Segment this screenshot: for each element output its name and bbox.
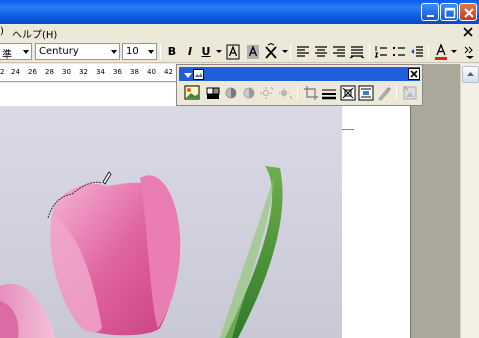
align-left-button[interactable] [294,43,312,61]
compress-icon[interactable] [339,84,357,102]
decrease-indent-icon [411,46,423,57]
more-contrast-icon[interactable] [222,84,240,102]
chevron-down-icon [23,50,29,54]
ruler-tick-label: 40 [147,68,156,76]
chevron-down-icon[interactable] [451,50,457,53]
underline-dropdown-icon[interactable] [216,50,222,53]
scroll-up-icon [467,72,474,76]
phonetic-guide-icon [265,42,277,59]
character-border-button[interactable] [224,43,242,61]
underline-button[interactable]: U [197,43,215,61]
close-button[interactable] [459,3,477,21]
document-page[interactable] [0,83,410,338]
toolbar-separator [369,44,370,60]
minimize-icon [427,15,434,17]
align-left-icon [297,46,309,57]
scroll-up-button[interactable] [462,66,479,83]
toolbar-separator [290,44,291,60]
picture-toolbar [176,64,423,106]
reset-picture-icon[interactable] [401,84,419,102]
picture-icon [193,69,204,80]
color-icon[interactable] [204,84,222,102]
maximize-button[interactable] [440,3,458,21]
ruler-tick-label: 26 [28,68,37,76]
maximize-icon [444,7,456,19]
tulip-photo[interactable] [0,106,342,338]
page-margin-marker [342,129,354,130]
window-title-bar [0,0,479,24]
font-size-value: 10 [126,46,139,57]
character-shading-button[interactable] [244,43,262,61]
menu-item-partial[interactable]: ) [0,26,4,37]
align-center-icon [315,46,327,57]
line-style-icon[interactable] [320,84,338,102]
distribute-button[interactable] [348,43,366,61]
toolbar-separator [160,44,161,60]
align-right-button[interactable] [330,43,348,61]
toolbar-separator [396,86,397,100]
menu-item-help[interactable]: ヘルプ(H) [12,26,57,41]
align-right-icon [333,46,345,57]
character-shading-icon [247,45,259,59]
character-border-icon [226,44,240,60]
font-select[interactable]: Century [35,43,120,60]
ruler-tick-label: 30 [62,68,71,76]
chevron-down-icon [148,50,154,54]
font-color-button[interactable] [432,43,450,61]
bullets-button[interactable] [390,43,408,61]
align-center-button[interactable] [312,43,330,61]
formatting-toolbar: 準 Century 10 B I U [0,41,479,63]
numbering-button[interactable] [372,43,390,61]
decrease-indent-button[interactable] [408,43,426,61]
crop-icon[interactable] [302,84,320,102]
numbering-icon [374,46,387,58]
ruler-tick-label: 36 [113,68,122,76]
text-wrapping-icon[interactable] [357,84,375,102]
menu-bar: ) ヘルプ(H) [0,24,479,41]
ruler-tick-label: 38 [130,68,139,76]
font-color-icon [435,43,447,60]
less-brightness-icon[interactable] [276,84,294,102]
style-select-value: 準 [2,50,12,61]
chevron-down-icon [111,50,117,54]
ruler-tick-label: 28 [45,68,54,76]
ruler-tick-label: 2 [0,68,5,76]
close-document-icon[interactable] [461,25,475,39]
font-select-value: Century [39,46,79,57]
style-select[interactable]: 準 [0,43,32,61]
format-picture-icon[interactable] [375,84,393,102]
font-size-select[interactable]: 10 [122,43,157,60]
ruler-tick-label: 42 [164,68,173,76]
picture-toolbar-titlebar[interactable] [179,67,420,81]
bullets-icon [393,47,405,56]
more-brightness-icon[interactable] [258,84,276,102]
chevron-down-icon[interactable] [282,50,288,53]
ruler-tick-label: 24 [11,68,20,76]
toolbar-separator [297,86,298,100]
less-contrast-icon[interactable] [240,84,258,102]
ruler-tick-label: 34 [96,68,105,76]
chevron-right-icon [464,46,474,59]
distribute-icon [349,46,365,59]
vertical-scrollbar[interactable] [460,64,479,338]
toolbar-separator [428,44,429,60]
minimize-button[interactable] [421,3,439,21]
toolbar-options-button[interactable] [461,43,479,61]
phonetic-guide-button[interactable] [262,42,280,61]
insert-picture-icon[interactable] [183,84,201,102]
bold-button[interactable]: B [163,43,181,61]
close-icon [464,8,474,18]
ruler-tick-label: 32 [79,68,88,76]
close-icon[interactable] [408,68,420,80]
